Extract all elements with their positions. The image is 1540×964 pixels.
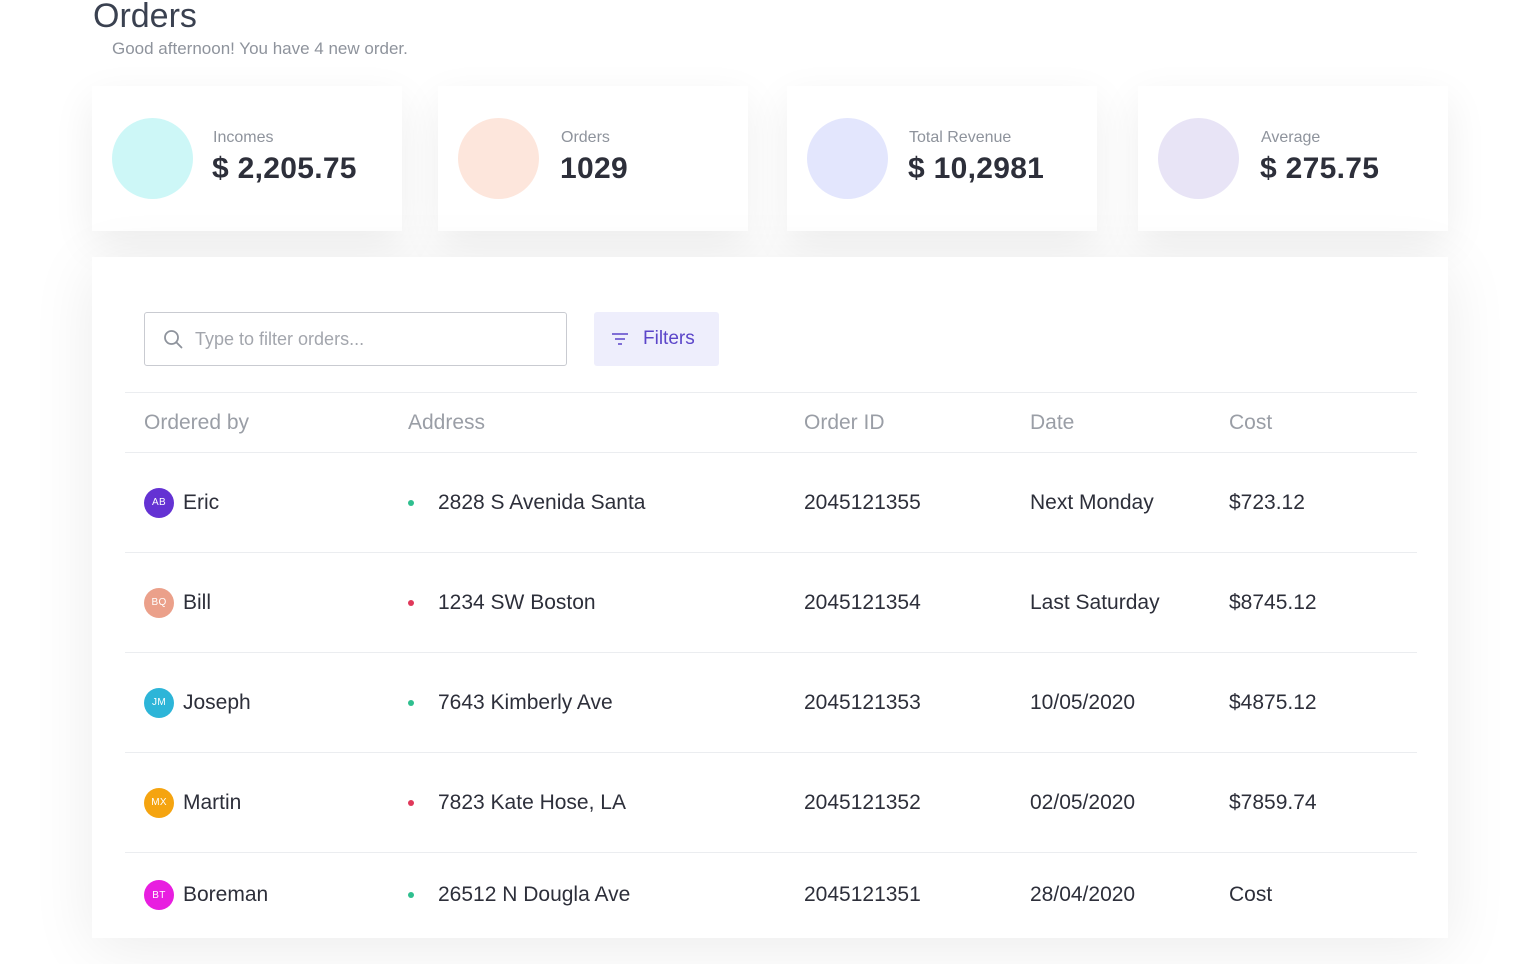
order-cost: Cost: [1229, 883, 1273, 907]
avatar: BQ: [144, 587, 174, 618]
page-subtitle: Good afternoon! You have 4 new order.: [112, 39, 408, 58]
customer-name: Joseph: [183, 690, 251, 714]
stat-value: 1029: [560, 152, 628, 185]
order-date: Next Monday: [1030, 452, 1229, 553]
status-dot-icon: [408, 699, 414, 706]
column-header-date[interactable]: Date: [1030, 392, 1229, 453]
stat-circle-icon: [458, 118, 539, 199]
stat-value: $ 10,2981: [908, 152, 1045, 185]
address: 7823 Kate Hose, LA: [438, 790, 626, 814]
customer-name: Eric: [183, 490, 220, 514]
stat-label: Orders: [561, 129, 610, 146]
order-date: 10/05/2020: [1030, 652, 1229, 753]
order-cost: $8745.12: [1229, 552, 1417, 653]
address: 1234 SW Boston: [438, 590, 596, 614]
stat-circle-icon: [807, 118, 888, 199]
avatar: JM: [144, 687, 174, 718]
table-row[interactable]: BQ Bill 1234 SW Boston 2045121354 Last Sa…: [125, 552, 1417, 653]
avatar: BT: [144, 880, 174, 911]
order-cost: $723.12: [1229, 452, 1417, 553]
order-date: Last Saturday: [1030, 552, 1229, 653]
stat-circle-icon: [1158, 118, 1239, 199]
table-row[interactable]: BT Boreman 26512 N Dougla Ave 2045121351 …: [125, 853, 1417, 938]
status-dot-icon: [408, 599, 414, 606]
column-header-address[interactable]: Address: [408, 392, 804, 453]
stat-circle-icon: [112, 118, 193, 199]
stat-card-incomes: Incomes $ 2,205.75: [92, 86, 402, 231]
stats-row: Incomes $ 2,205.75 Orders 1029 Total Rev…: [0, 86, 1540, 231]
avatar: MX: [144, 787, 174, 818]
order-cost: $7859.74: [1229, 752, 1417, 853]
stat-card-average: Average $ 275.75: [1138, 86, 1448, 231]
avatar: AB: [144, 487, 174, 518]
stat-label: Average: [1261, 129, 1321, 146]
stat-value: $ 2,205.75: [212, 152, 357, 185]
orders-table: Ordered by Address Order ID Date Cost AB…: [125, 392, 1417, 938]
order-id: 2045121352: [804, 752, 1030, 853]
column-header-cost[interactable]: Cost: [1229, 392, 1417, 453]
stat-label: Total Revenue: [909, 129, 1012, 146]
address: 2828 S Avenida Santa: [438, 490, 646, 514]
order-date: 02/05/2020: [1030, 752, 1229, 853]
column-header-order-id[interactable]: Order ID: [804, 392, 1030, 453]
table-row[interactable]: AB Eric 2828 S Avenida Santa 2045121355 N…: [125, 452, 1417, 553]
status-dot-icon: [408, 799, 414, 806]
order-id: 2045121353: [804, 652, 1030, 753]
address: 7643 Kimberly Ave: [438, 690, 613, 714]
stat-value: $ 275.75: [1260, 152, 1380, 185]
order-id: 2045121354: [804, 552, 1030, 653]
table-header-row: Ordered by Address Order ID Date Cost: [125, 392, 1417, 453]
table-row[interactable]: JM Joseph 7643 Kimberly Ave 2045121353 10…: [125, 652, 1417, 753]
filters-label: Filters: [643, 328, 695, 349]
status-dot-icon: [408, 499, 414, 506]
stat-card-total-revenue: Total Revenue $ 10,2981: [787, 86, 1097, 231]
order-cost: $4875.12: [1229, 652, 1417, 753]
search-input[interactable]: [193, 325, 557, 353]
customer-name: Boreman: [183, 883, 269, 907]
status-dot-icon: [408, 892, 414, 899]
customer-name: Bill: [183, 590, 212, 614]
page-title: Orders: [93, 0, 197, 35]
stat-card-orders: Orders 1029: [438, 86, 748, 231]
table-row[interactable]: MX Martin 7823 Kate Hose, LA 2045121352 0…: [125, 752, 1417, 853]
filter-icon: [612, 333, 628, 345]
orders-panel: Filters Ordered by Address Order ID Date…: [92, 257, 1448, 938]
search-box[interactable]: [144, 312, 567, 366]
search-icon: [164, 330, 183, 349]
stat-label: Incomes: [213, 129, 274, 146]
order-date: 28/04/2020: [1030, 883, 1136, 907]
filters-button[interactable]: Filters: [594, 312, 719, 366]
address: 26512 N Dougla Ave: [438, 883, 631, 907]
column-header-ordered-by[interactable]: Ordered by: [125, 392, 408, 453]
customer-name: Martin: [183, 790, 242, 814]
order-id: 2045121355: [804, 452, 1030, 553]
order-id: 2045121351: [804, 883, 921, 907]
